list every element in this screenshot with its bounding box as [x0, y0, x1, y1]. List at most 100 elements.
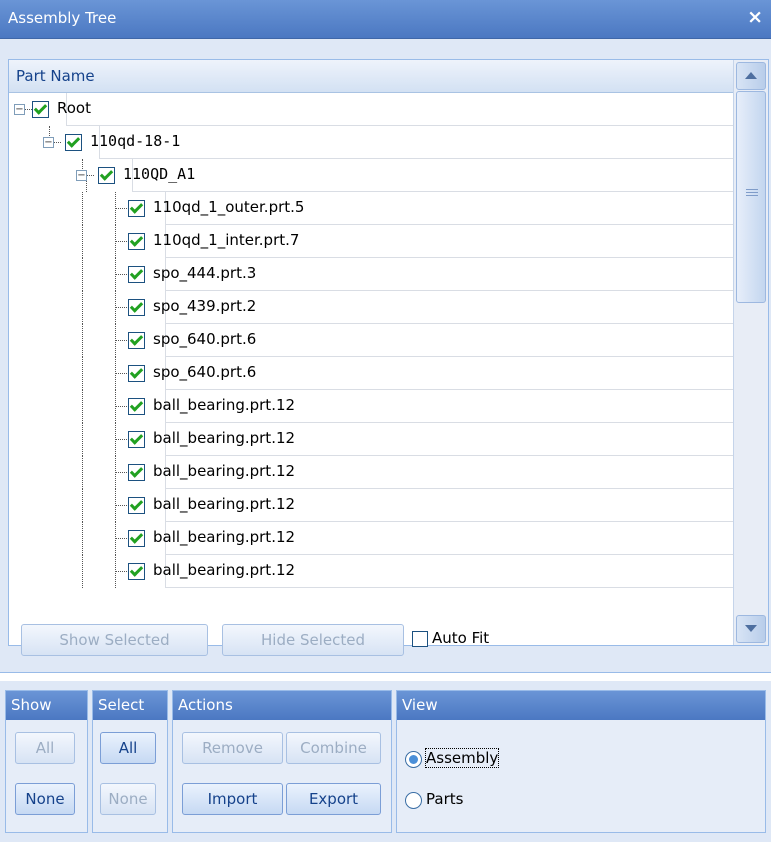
row-checkbox[interactable]	[128, 200, 145, 217]
tree-row[interactable]: ball_bearing.prt.12	[9, 489, 733, 522]
row-label: spo_444.prt.3	[153, 264, 257, 282]
collapse-icon[interactable]: −	[76, 170, 87, 181]
row-label: ball_bearing.prt.12	[153, 429, 296, 447]
tree-row[interactable]: 110qd_1_inter.prt.7	[9, 225, 733, 258]
tree-connector	[82, 522, 83, 555]
tree-row[interactable]: spo_640.prt.6	[9, 357, 733, 390]
group-select-title: Select	[98, 696, 145, 714]
tree-connector	[115, 538, 127, 539]
tree-connector	[115, 208, 127, 209]
title-bar: Assembly Tree ×	[0, 0, 771, 39]
row-checkbox[interactable]	[128, 233, 145, 250]
tree-connector	[82, 456, 83, 489]
tree-connector	[115, 373, 127, 374]
row-checkbox[interactable]	[128, 563, 145, 580]
tree-connector	[115, 307, 127, 308]
row-checkbox[interactable]	[98, 167, 115, 184]
tree-connector	[54, 142, 61, 143]
tree-connector	[82, 291, 83, 324]
tree-connector	[115, 472, 127, 473]
tree-row[interactable]: ball_bearing.prt.12	[9, 423, 733, 456]
tree-connector	[25, 109, 32, 110]
row-label: ball_bearing.prt.12	[153, 462, 296, 480]
tree-connector	[82, 489, 83, 522]
tree-connector	[115, 406, 127, 407]
group-show: Show All None	[5, 690, 88, 833]
select-all-button[interactable]: All	[100, 732, 156, 764]
tree-connector	[87, 175, 94, 176]
import-button[interactable]: Import	[182, 783, 283, 815]
tree-row[interactable]: spo_439.prt.2	[9, 291, 733, 324]
hide-selected-button[interactable]: Hide Selected	[222, 624, 404, 656]
row-label: ball_bearing.prt.12	[153, 528, 296, 546]
assembly-tree-grid: Part Name − Root − 110qd-18-1 − 110QD_A1 110qd…	[8, 59, 769, 646]
scroll-thumb[interactable]	[736, 91, 766, 303]
row-label: ball_bearing.prt.12	[153, 495, 296, 513]
window-title: Assembly Tree	[8, 9, 117, 27]
select-none-button[interactable]: None	[100, 783, 156, 815]
row-checkbox[interactable]	[128, 266, 145, 283]
tree-connector	[82, 357, 83, 390]
remove-button[interactable]: Remove	[182, 732, 283, 764]
show-none-button[interactable]: None	[15, 783, 75, 815]
row-label: spo_640.prt.6	[153, 363, 257, 381]
tree-row[interactable]: − Root	[9, 93, 733, 126]
auto-fit-checkbox[interactable]	[412, 631, 428, 647]
tree-row[interactable]: ball_bearing.prt.12	[9, 456, 733, 489]
row-checkbox[interactable]	[128, 431, 145, 448]
group-view: View Assembly Parts	[396, 690, 766, 833]
row-checkbox[interactable]	[128, 464, 145, 481]
tree-row[interactable]: ball_bearing.prt.12	[9, 555, 733, 588]
column-header[interactable]: Part Name	[9, 60, 733, 93]
group-show-title: Show	[11, 696, 52, 714]
tree-panel: Part Name − Root − 110qd-18-1 − 110QD_A1 110qd…	[0, 39, 771, 673]
bottom-toolbar: Show All None Select All None Actions Re…	[0, 681, 771, 842]
tree-row[interactable]: ball_bearing.prt.12	[9, 522, 733, 555]
parts-radio-label: Parts	[426, 790, 464, 808]
row-checkbox[interactable]	[128, 497, 145, 514]
close-icon[interactable]: ×	[747, 6, 763, 28]
assembly-radio[interactable]	[405, 751, 422, 768]
collapse-icon[interactable]: −	[43, 137, 54, 148]
row-checkbox[interactable]	[65, 134, 82, 151]
row-label: 110QD_A1	[123, 165, 196, 183]
tree-connector	[115, 241, 127, 242]
scroll-up-button[interactable]	[736, 62, 766, 90]
tree-row[interactable]: spo_640.prt.6	[9, 324, 733, 357]
row-checkbox[interactable]	[128, 398, 145, 415]
tree-rows: − Root − 110qd-18-1 − 110QD_A1 110qd_1_outer.p…	[9, 93, 733, 645]
tree-row[interactable]: ball_bearing.prt.12	[9, 390, 733, 423]
group-view-title: View	[402, 696, 438, 714]
tree-connector	[82, 423, 83, 456]
tree-connector	[82, 258, 83, 291]
tree-connector	[82, 324, 83, 357]
row-label: spo_640.prt.6	[153, 330, 257, 348]
row-checkbox[interactable]	[32, 101, 49, 118]
tree-row[interactable]: − 110QD_A1	[9, 159, 733, 192]
row-checkbox[interactable]	[128, 365, 145, 382]
grip-line	[746, 189, 758, 190]
scroll-down-button[interactable]	[736, 615, 766, 643]
tree-connector	[115, 439, 127, 440]
show-all-button[interactable]: All	[15, 732, 75, 764]
vertical-scrollbar[interactable]	[733, 60, 768, 645]
row-checkbox[interactable]	[128, 332, 145, 349]
collapse-icon[interactable]: −	[14, 104, 25, 115]
tree-connector	[115, 571, 127, 572]
tree-row[interactable]: 110qd_1_outer.prt.5	[9, 192, 733, 225]
tree-row[interactable]: − 110qd-18-1	[9, 126, 733, 159]
show-selected-button[interactable]: Show Selected	[21, 624, 208, 656]
group-select: Select All None	[92, 690, 168, 833]
combine-button[interactable]: Combine	[286, 732, 381, 764]
row-checkbox[interactable]	[128, 299, 145, 316]
row-label: ball_bearing.prt.12	[153, 396, 296, 414]
tree-connector	[86, 181, 87, 192]
tree-row[interactable]: spo_444.prt.3	[9, 258, 733, 291]
group-actions: Actions Remove Combine Import Export	[172, 690, 392, 833]
tree-connector	[115, 505, 127, 506]
parts-radio[interactable]	[405, 792, 422, 809]
grip-line	[746, 192, 758, 193]
export-button[interactable]: Export	[286, 783, 381, 815]
row-checkbox[interactable]	[128, 530, 145, 547]
tree-connector	[115, 274, 127, 275]
